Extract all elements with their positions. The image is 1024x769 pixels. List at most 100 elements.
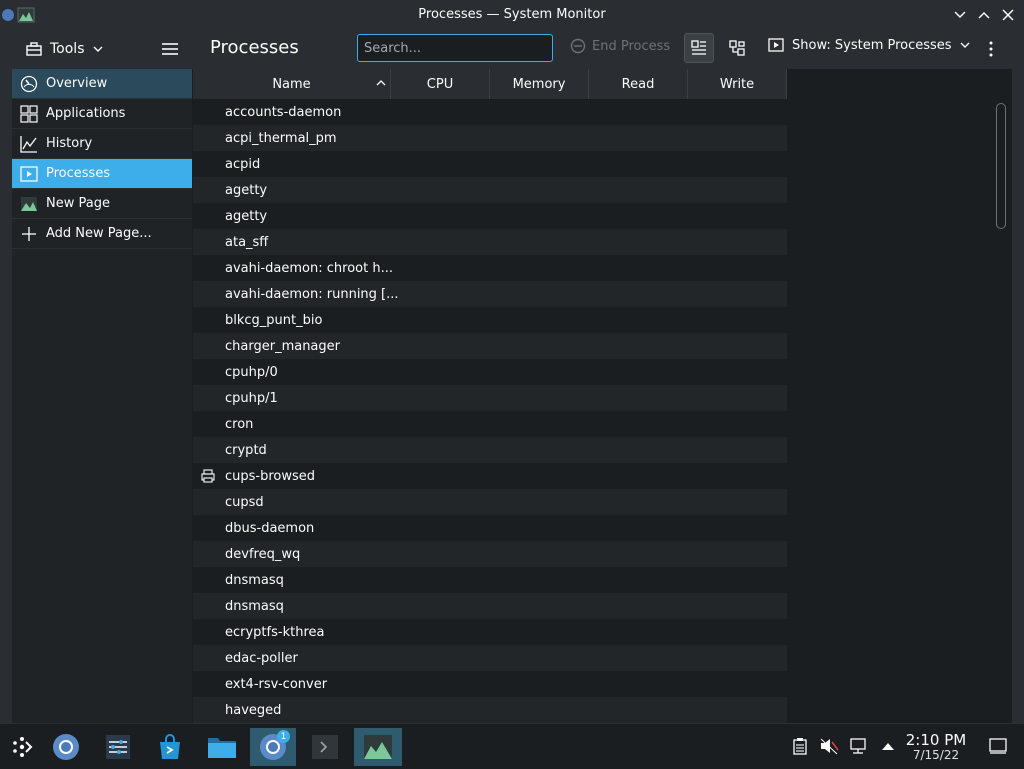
column-header-cpu[interactable]: CPU xyxy=(391,69,490,99)
sidebar-item-new-page[interactable]: New Page xyxy=(12,189,192,219)
taskbar-system-monitor[interactable] xyxy=(354,728,402,766)
tools-menu-button[interactable]: Tools xyxy=(26,37,103,61)
column-header-write[interactable]: Write xyxy=(688,69,787,99)
table-row[interactable]: edac-poller xyxy=(193,645,787,671)
end-process-label: End Process xyxy=(592,38,671,54)
process-name: dnsmasq xyxy=(225,572,284,588)
table-row[interactable]: ata_sff xyxy=(193,229,787,255)
table-row[interactable]: cups-browsed xyxy=(193,463,787,489)
end-process-icon xyxy=(570,38,586,54)
taskbar-file-manager[interactable] xyxy=(199,728,245,766)
table-row[interactable]: cron xyxy=(193,411,787,437)
wired-network-icon xyxy=(850,738,866,754)
process-name: cups-browsed xyxy=(225,468,316,484)
close-icon xyxy=(1002,8,1014,21)
process-icon xyxy=(768,38,784,52)
desktop-icon xyxy=(989,738,1007,754)
show-desktop-button[interactable] xyxy=(988,736,1008,756)
folder-icon xyxy=(208,738,236,758)
table-row[interactable]: cpuhp/0 xyxy=(193,359,787,385)
toolbar: Tools Processes End Process xyxy=(0,29,1024,70)
sidebar-item-applications[interactable]: Applications xyxy=(12,99,192,129)
process-icon xyxy=(20,165,38,183)
clipboard-tray-button[interactable] xyxy=(790,736,810,756)
application-launcher-button[interactable] xyxy=(0,728,46,766)
process-name: agetty xyxy=(225,182,268,198)
list-view-button[interactable] xyxy=(684,33,714,63)
show-filter-dropdown[interactable]: Show: System Processes xyxy=(768,37,970,53)
grid-icon xyxy=(20,104,38,123)
taskbar: 1 2:10 PM 7/15/22 xyxy=(0,723,1024,769)
process-name: avahi-daemon: running [... xyxy=(225,286,399,302)
minimize-button[interactable] xyxy=(952,7,968,23)
chevron-down-icon xyxy=(954,10,966,18)
taskbar-system-settings[interactable] xyxy=(95,728,141,766)
process-name: cryptd xyxy=(225,442,267,458)
process-name: ext4-rsv-conver xyxy=(225,676,328,692)
tree-view-icon xyxy=(729,40,745,56)
digital-clock[interactable]: 2:10 PM 7/15/22 xyxy=(900,732,972,762)
column-header-name[interactable]: Name xyxy=(193,69,391,99)
chevron-up-icon xyxy=(978,11,990,19)
table-row[interactable]: dbus-daemon xyxy=(193,515,787,541)
process-table: Name CPU Memory Read Write accounts-daem… xyxy=(193,69,1012,723)
sidebar-item-history[interactable]: History xyxy=(12,129,192,159)
sidebar-item-label: Applications xyxy=(46,106,126,121)
search-input[interactable] xyxy=(357,34,553,62)
table-row[interactable]: ext4-rsv-conver xyxy=(193,671,787,697)
table-row[interactable]: agetty xyxy=(193,177,787,203)
process-name: cpuhp/0 xyxy=(225,364,278,380)
maximize-button[interactable] xyxy=(976,7,992,23)
volume-tray-button[interactable] xyxy=(819,736,839,756)
image-icon xyxy=(20,195,38,213)
process-name: dnsmasq xyxy=(225,598,284,614)
table-row[interactable]: ecryptfs-kthrea xyxy=(193,619,787,645)
process-name: cpuhp/1 xyxy=(225,390,278,406)
table-row[interactable]: avahi-daemon: chroot h... xyxy=(193,255,787,281)
process-name: agetty xyxy=(225,208,268,224)
app-icon[interactable] xyxy=(2,6,36,24)
more-options-button[interactable] xyxy=(984,39,998,59)
chevron-down-icon xyxy=(960,42,970,48)
table-header: Name CPU Memory Read Write xyxy=(193,69,787,100)
sidebar-item-add-new-page[interactable]: Add New Page... xyxy=(12,219,192,249)
table-row[interactable]: cryptd xyxy=(193,437,787,463)
table-row[interactable]: acpid xyxy=(193,151,787,177)
table-row[interactable]: cupsd xyxy=(193,489,787,515)
network-tray-button[interactable] xyxy=(849,736,869,756)
table-row[interactable]: agetty xyxy=(193,203,787,229)
end-process-button[interactable]: End Process xyxy=(570,38,670,54)
column-header-read[interactable]: Read xyxy=(589,69,688,99)
close-button[interactable] xyxy=(1000,7,1016,23)
table-row[interactable]: charger_manager xyxy=(193,333,787,359)
process-name: acpi_thermal_pm xyxy=(225,130,337,146)
hamburger-menu-button[interactable] xyxy=(160,39,180,59)
table-body: accounts-daemon acpi_thermal_pmacpid agett… xyxy=(193,99,787,723)
taskbar-konsole[interactable] xyxy=(302,728,348,766)
tree-view-button[interactable] xyxy=(722,33,752,63)
sidebar-item-overview[interactable]: Overview xyxy=(12,69,192,99)
list-view-icon xyxy=(691,40,706,55)
table-row[interactable]: avahi-daemon: running [... xyxy=(193,281,787,307)
steamdeck-launcher-icon xyxy=(13,737,33,757)
table-row[interactable]: dnsmasq xyxy=(193,593,787,619)
vertical-scrollbar[interactable] xyxy=(996,103,1006,229)
table-row[interactable]: devfreq_wq xyxy=(193,541,787,567)
table-row[interactable]: dnsmasq xyxy=(193,567,787,593)
taskbar-chrome-pinned[interactable] xyxy=(43,728,89,766)
table-row[interactable]: cpuhp/1 xyxy=(193,385,787,411)
taskbar-chrome-window[interactable]: 1 xyxy=(250,728,296,766)
process-name: ata_sff xyxy=(225,234,269,250)
table-row[interactable]: haveged xyxy=(193,697,787,723)
table-row[interactable]: acpi_thermal_pm xyxy=(193,125,787,151)
column-header-memory[interactable]: Memory xyxy=(490,69,589,99)
table-row[interactable]: accounts-daemon xyxy=(193,99,787,125)
process-name: edac-poller xyxy=(225,650,298,666)
taskbar-discover-store[interactable] xyxy=(147,728,193,766)
window-right-edge xyxy=(1012,69,1024,723)
table-row[interactable]: blkcg_punt_bio xyxy=(193,307,787,333)
sidebar-item-label: Add New Page... xyxy=(46,226,152,241)
sidebar-item-processes[interactable]: Processes xyxy=(12,159,192,189)
show-hidden-icons-button[interactable] xyxy=(878,736,898,756)
process-name: acpid xyxy=(225,156,261,172)
